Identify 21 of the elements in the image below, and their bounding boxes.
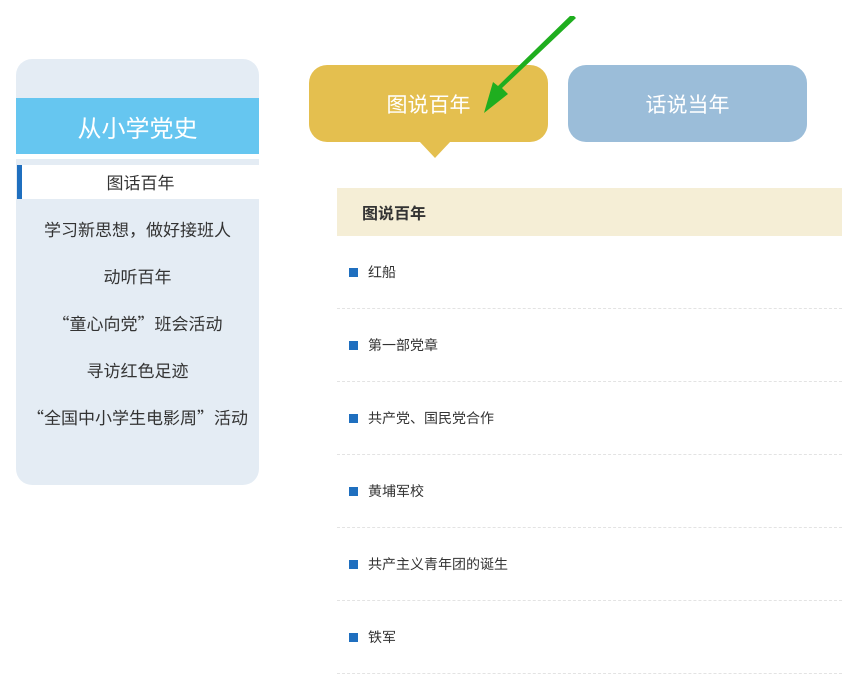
sidebar-item[interactable]: “童心向党”班会活动 [16,306,259,340]
article-link[interactable]: 黄埔军校 [368,481,424,501]
article-link[interactable]: 红船 [368,262,396,282]
bullet-icon [349,414,358,422]
bullet-icon [349,560,358,568]
bullet-icon [349,340,358,350]
article-link[interactable]: 铁军 [368,627,396,647]
sidebar-item[interactable]: 寻访红色足迹 [16,353,259,387]
sidebar-title: 从小学党史 [16,98,259,159]
article-link[interactable]: 共产党、国民党合作 [368,408,494,428]
sidebar-item[interactable]: 动听百年 [16,259,259,293]
bullet-icon [349,486,358,496]
bullet-icon [349,268,358,276]
sidebar-item[interactable]: 学习新思想，做好接班人 [16,212,259,246]
bullet-icon [349,632,358,642]
sidebar-item[interactable]: 图话百年 [17,165,259,199]
tab-pointer [419,141,451,158]
section-title: 图说百年 [362,200,426,224]
article-link[interactable]: 第一部党章 [368,335,438,355]
sidebar-item[interactable]: “全国中小学生电影周”活动 [16,400,259,434]
article-link[interactable]: 共产主义青年团的诞生 [368,554,508,574]
